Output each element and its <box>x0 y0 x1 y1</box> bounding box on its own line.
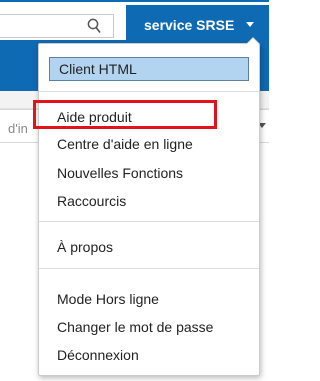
menu-divider <box>39 91 259 92</box>
chevron-down-icon <box>246 22 254 27</box>
menu-item-a-propos[interactable]: À propos <box>57 238 113 256</box>
menu-item-client-html[interactable]: Client HTML <box>49 57 249 81</box>
menu-item-changer-mot-passe[interactable]: Changer le mot de passe <box>57 318 213 336</box>
menu-item-centre-aide[interactable]: Centre d'aide en ligne <box>57 135 193 153</box>
menu-divider <box>39 268 259 269</box>
top-strip <box>0 0 269 2</box>
user-dropdown-menu: Client HTML Aide produit Centre d'aide e… <box>38 37 260 376</box>
menu-item-mode-hors-ligne[interactable]: Mode Hors ligne <box>57 290 159 308</box>
screen: { "header": { "user_name": "service SRSE… <box>0 0 269 381</box>
search-input[interactable] <box>0 14 114 38</box>
menu-pointer <box>246 37 260 44</box>
menu-item-raccourcis[interactable]: Raccourcis <box>57 192 126 210</box>
highlight-box <box>33 100 217 129</box>
menu-item-deconnexion[interactable]: Déconnexion <box>57 346 139 364</box>
menu-item-nouvelles-fonctions[interactable]: Nouvelles Fonctions <box>57 164 183 182</box>
background-field-hint: d'in <box>8 121 28 136</box>
menu-divider <box>39 221 259 222</box>
user-name: service SRSE <box>144 17 235 33</box>
search-icon[interactable] <box>87 18 101 34</box>
